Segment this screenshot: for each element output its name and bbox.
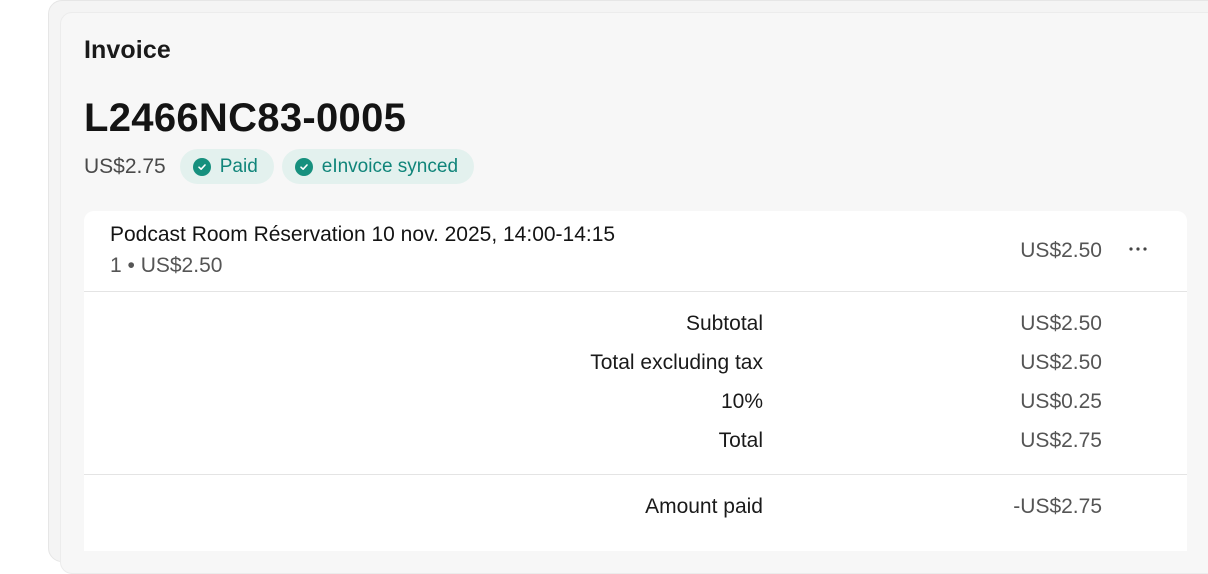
summary-label-total-excl-tax: Total excluding tax (590, 351, 763, 374)
invoice-amount: US$2.75 (84, 154, 166, 178)
line-items-panel: Podcast Room Réservation 10 nov. 2025, 1… (84, 211, 1187, 551)
invoice-meta-row: US$2.75 Paid eInvoice synced (84, 149, 475, 184)
status-badge-label: eInvoice synced (321, 155, 459, 177)
summary-value-subtotal: US$2.50 (1020, 312, 1102, 335)
summary-label-tax: 10% (720, 390, 763, 413)
invoice-number: L2466NC83-0005 (84, 96, 407, 140)
amount-paid-label: Amount paid (645, 495, 763, 518)
status-badge-paid: Paid (179, 149, 274, 184)
section-title: Invoice (84, 36, 171, 64)
check-circle-icon (192, 157, 211, 176)
line-item-quantity-price: 1 • US$2.50 (110, 254, 223, 277)
status-badge-einvoice: eInvoice synced (281, 149, 475, 184)
status-badge-label: Paid (219, 155, 258, 177)
divider (84, 474, 1187, 475)
summary-label-subtotal: Subtotal (685, 312, 763, 335)
check-circle-icon (294, 157, 313, 176)
summary-value-total-excl-tax: US$2.50 (1020, 351, 1102, 374)
summary-value-total: US$2.75 (1020, 429, 1102, 452)
line-item-amount: US$2.50 (1020, 239, 1102, 262)
summary-value-tax: US$0.25 (1020, 390, 1102, 413)
more-horizontal-icon (1129, 247, 1147, 251)
line-item-description: Podcast Room Réservation 10 nov. 2025, 1… (110, 223, 616, 246)
summary-label-total: Total (718, 429, 763, 452)
divider (84, 291, 1187, 292)
more-options-button[interactable] (1124, 235, 1152, 263)
amount-paid-value: -US$2.75 (1013, 495, 1102, 518)
